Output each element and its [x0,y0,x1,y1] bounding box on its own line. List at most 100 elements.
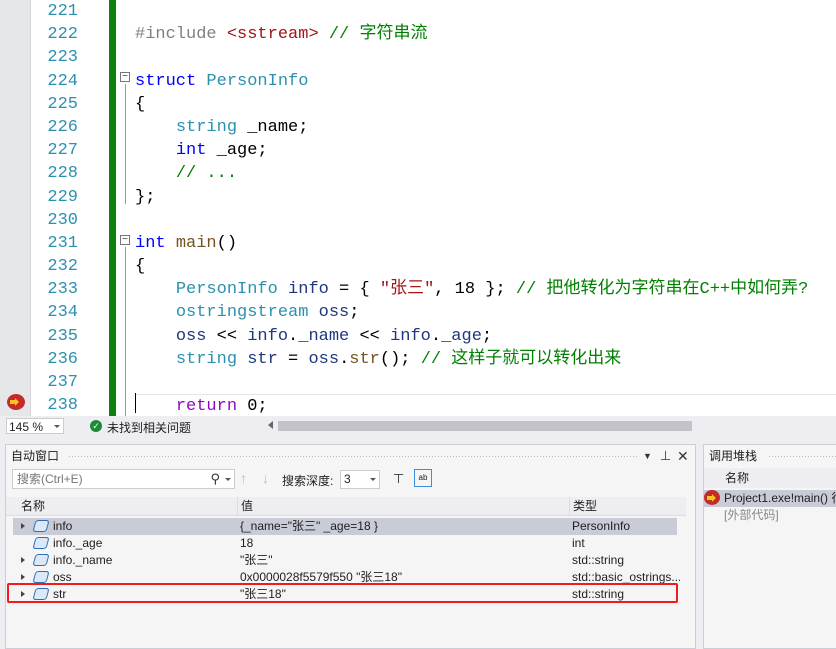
variable-row[interactable]: info._name "张三" std::string [13,552,677,569]
column-header-type[interactable]: 类型 [569,497,597,515]
code-token: #include [135,25,227,45]
search-previous-icon[interactable]: ↑ [240,470,247,486]
code-line[interactable]: string str = oss.str(); // 这样子就可以转化出来 [135,348,836,371]
variable-row[interactable]: info._age 18 int [13,535,677,552]
column-header-name[interactable]: 名称 [725,468,749,488]
column-header-row: 名称 值 类型 [6,497,686,516]
issues-status[interactable]: 未找到相关问题 [107,419,191,436]
code-line[interactable]: int main() [135,232,836,255]
code-token: // 这样子就可以转化出来 [420,349,622,369]
hex-display-icon[interactable]: ab [414,469,432,487]
dropdown-menu-icon[interactable]: ▼ [643,445,652,467]
close-icon[interactable]: ✕ [677,445,689,467]
chevron-down-icon[interactable] [225,478,231,481]
collapse-struct-icon[interactable]: − [120,72,130,82]
variable-value[interactable]: 18 [240,535,253,552]
check-circle-icon: ✓ [90,420,102,432]
variable-value[interactable]: "张三" [240,552,273,569]
variable-name: info._name [53,553,113,567]
code-line[interactable] [135,209,836,232]
variable-type: PersonInfo [572,519,631,533]
search-placeholder: 搜索(Ctrl+E) [17,472,83,486]
code-token: , 18 }; [434,280,516,300]
column-header-name[interactable]: 名称 [21,497,45,515]
stack-frame[interactable]: Project1.exe!main() 行 [704,490,836,507]
search-icon[interactable]: ⚲ [210,470,220,488]
code-line[interactable]: // ... [135,162,836,185]
collapse-main-icon[interactable]: − [120,235,130,245]
line-number: 223 [47,48,78,68]
code-line[interactable] [135,371,836,394]
variable-value[interactable]: {_name="张三" _age=18 } [240,518,378,535]
code-token: info [390,326,431,346]
code-line[interactable]: string _name; [135,116,836,139]
expand-icon[interactable] [21,557,25,563]
indicator-margin[interactable] [0,0,31,416]
code-token: _age; [206,141,268,161]
line-number: 237 [47,373,78,392]
code-line[interactable]: { [135,255,836,278]
code-token: int [175,141,207,161]
chevron-down-icon [54,425,60,428]
variable-type: int [572,536,585,550]
code-token: info [277,280,329,300]
pin-to-source-icon[interactable]: ⊤ [393,471,404,487]
variable-name: info [53,519,73,533]
code-token: = [277,349,309,369]
line-number: 233 [47,280,78,300]
code-token: _name [298,326,350,346]
drag-grip[interactable] [768,455,836,458]
scroll-left-icon[interactable] [268,421,273,429]
search-input[interactable]: 搜索(Ctrl+E) ⚲ [12,469,235,489]
call-stack-window: 调用堆栈 名称 Project1.exe!main() 行 [外部代码] [703,444,836,649]
code-line[interactable]: }; [135,186,836,209]
search-depth-dropdown[interactable]: 3 [340,470,380,489]
line-number: 222 [47,25,78,45]
code-line[interactable]: return 0; [135,394,836,416]
search-next-icon[interactable]: ↓ [262,470,269,486]
code-line[interactable]: struct PersonInfo [135,70,836,93]
column-header-value[interactable]: 值 [237,497,253,515]
variable-row[interactable]: info {_name="张三" _age=18 } PersonInfo [13,518,677,535]
expand-icon[interactable] [21,574,25,580]
code-line[interactable]: int _age; [135,139,836,162]
code-token: str [349,349,380,369]
zoom-dropdown[interactable]: 145 % [6,418,64,434]
code-token: str [237,349,278,369]
code-line[interactable] [135,46,836,69]
code-line[interactable] [135,0,836,23]
drag-grip[interactable] [68,455,638,458]
code-line[interactable]: #include <sstream> // 字符串流 [135,23,836,46]
frame-label: Project1.exe!main() 行 [724,491,836,505]
code-editor[interactable]: 221 222 223 224 225 226 227 228 229 230 231 232 233 2… [0,0,836,416]
code-line[interactable]: PersonInfo info = { "张三", 18 }; // 把他转化为… [135,278,836,301]
call-stack-title-bar: 调用堆栈 [704,445,836,467]
current-frame-arrow-icon [704,490,720,505]
code-token: ostringstream [175,303,309,323]
code-token: info [247,326,289,346]
code-token: struct [135,71,207,91]
line-number: 236 [47,349,78,369]
line-number: 230 [47,210,78,230]
frame-label: [外部代码] [724,508,779,522]
horizontal-scrollbar[interactable] [278,421,692,431]
code-token: 0; [237,397,268,416]
stack-frame[interactable]: [外部代码] [724,507,779,524]
code-line[interactable]: { [135,93,836,116]
code-token: (); [379,349,421,369]
code-line[interactable]: ostringstream oss; [135,301,836,324]
variable-icon [32,571,50,583]
code-token: . [288,326,299,346]
expand-icon[interactable] [21,523,25,529]
code-line[interactable]: oss << info._name << info._age; [135,325,836,348]
variable-name: info._age [53,536,103,550]
code-token: string [175,349,238,369]
code-token: main [175,233,217,253]
pin-icon[interactable]: ⊥ [660,445,671,467]
code-token: << [206,326,248,346]
code-area[interactable]: #include <sstream> // 字符串流 struct PersonI… [135,0,836,416]
